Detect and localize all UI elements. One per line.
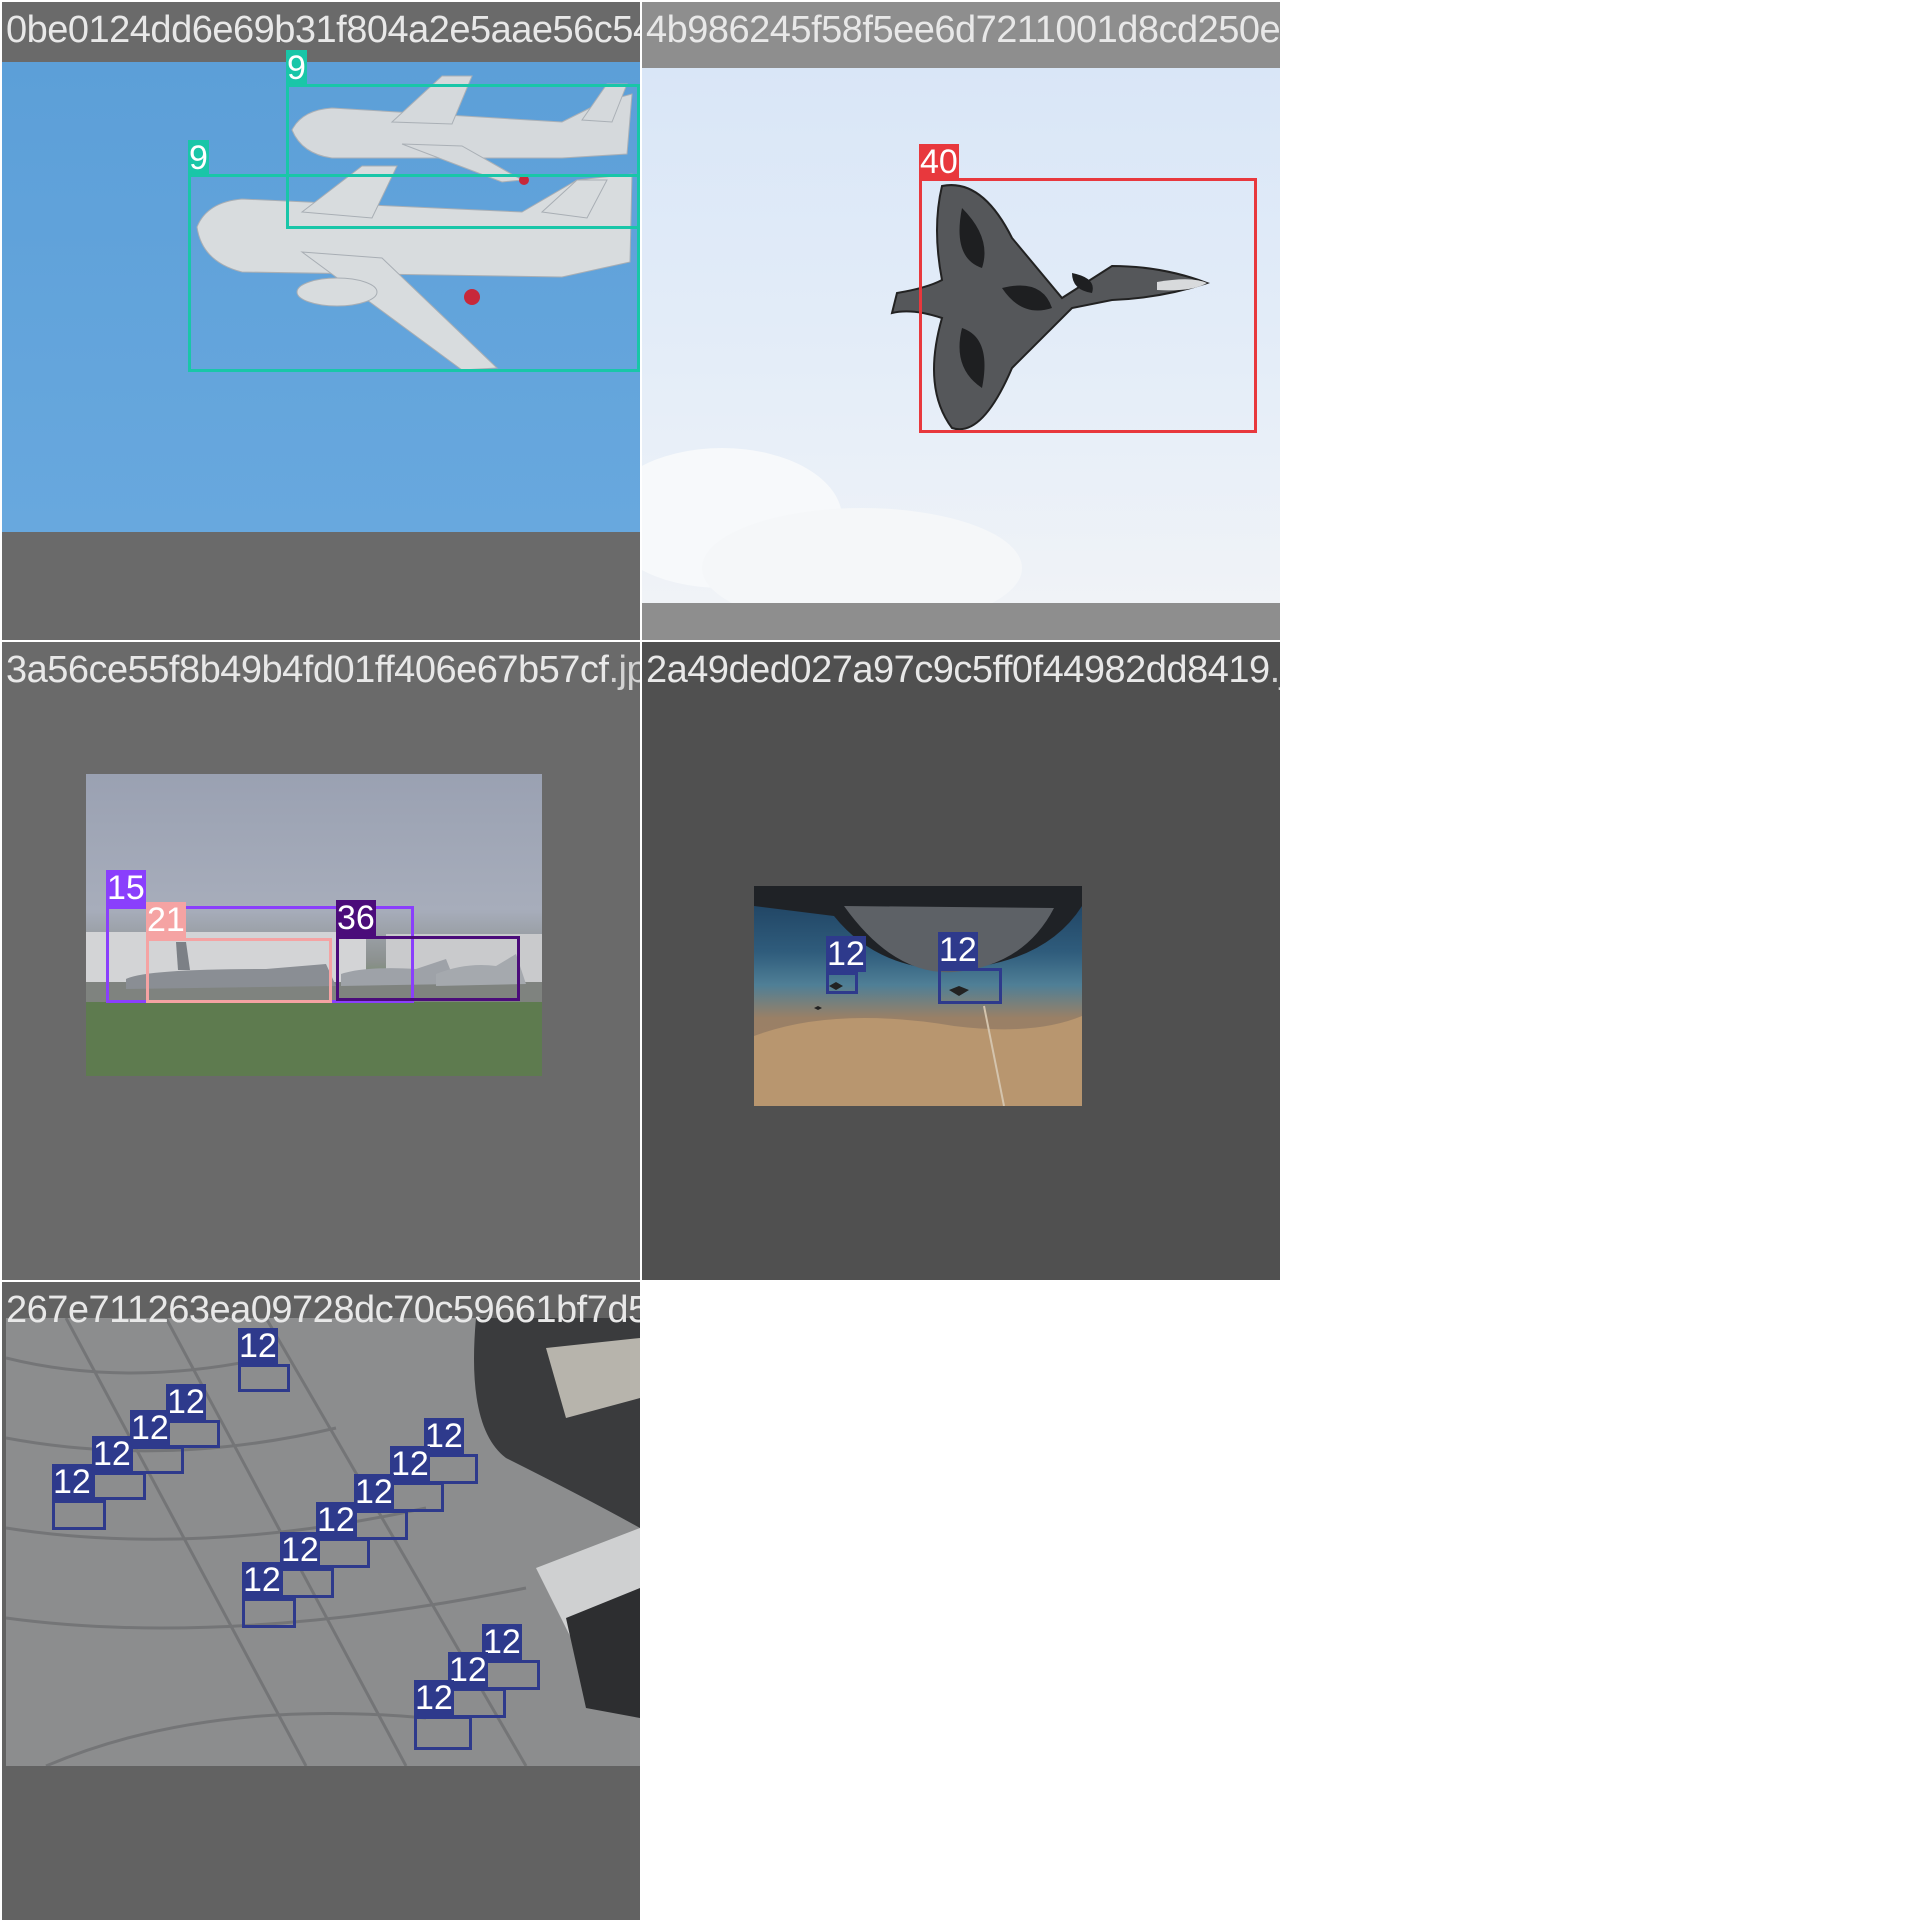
detection-label: 12 (52, 1463, 92, 1501)
detection-label: 12 (354, 1473, 394, 1511)
detection-label: 15 (106, 869, 146, 907)
detection-label: 12 (280, 1531, 320, 1569)
detection-box (166, 1420, 220, 1448)
detection-box (424, 1454, 478, 1484)
detection-box (146, 938, 332, 1003)
detection-label: 12 (414, 1679, 454, 1717)
detection-label: 12 (448, 1651, 488, 1689)
detection-box (52, 1500, 106, 1530)
aerial-refueling-image (754, 886, 1082, 1106)
detection-label: 36 (336, 899, 376, 937)
detection-label: 12 (424, 1417, 464, 1455)
image-filename: 2a49ded027a97c9c5ff0f44982dd8419.jpg (646, 649, 1280, 691)
detection-box (448, 1688, 506, 1718)
mosaic-tile-2: 4b986245f58f5ee6d7211001d8cd250e.jpg 40 (642, 2, 1280, 640)
tile-photo (754, 886, 1082, 1106)
detection-box (92, 1472, 146, 1500)
detection-label: 12 (92, 1435, 132, 1473)
detection-box (238, 1364, 290, 1392)
detection-label: 12 (482, 1623, 522, 1661)
detection-label: 40 (919, 143, 959, 181)
detection-box (482, 1660, 540, 1690)
detection-label: 12 (390, 1445, 430, 1483)
mosaic-tile-4: 2a49ded027a97c9c5ff0f44982dd8419.jpg 12 … (642, 642, 1280, 1280)
image-filename: 3a56ce55f8b49b4fd01ff406e67b57cf.jpg (6, 649, 640, 691)
mosaic-tile-3: 3a56ce55f8b49b4fd01ff406e67b57cf.jpg 15 … (2, 642, 640, 1280)
detection-label: 12 (166, 1383, 206, 1421)
detection-box (414, 1716, 472, 1750)
mosaic-tile-1: 0be0124dd6e69b31f804a2e5aae56c54.jpg 9 9 (2, 2, 640, 640)
image-filename: 4b986245f58f5ee6d7211001d8cd250e.jpg (646, 9, 1280, 51)
image-filename: 267e711263ea09728dc70c59661bf7d5.jpg (6, 1289, 640, 1331)
detection-label: 12 (316, 1501, 356, 1539)
detection-box (188, 174, 640, 372)
image-filename: 0be0124dd6e69b31f804a2e5aae56c54.jpg (6, 9, 640, 51)
detection-label: 21 (146, 901, 186, 939)
detection-box (938, 968, 1002, 1004)
detection-box (280, 1568, 334, 1598)
detection-box (390, 1482, 444, 1512)
detection-label: 9 (286, 49, 307, 87)
detection-box (919, 178, 1257, 433)
detection-label: 9 (188, 139, 209, 177)
detection-box (242, 1598, 296, 1628)
detection-label: 12 (938, 931, 978, 969)
detection-label: 12 (130, 1409, 170, 1447)
detection-label: 12 (826, 935, 866, 973)
detection-box (316, 1538, 370, 1568)
detection-box (826, 972, 858, 994)
detection-box (130, 1446, 184, 1474)
detection-label: 12 (242, 1561, 282, 1599)
mosaic-tile-5: 267e711263ea09728dc70c59661bf7d5.jpg 12 … (2, 1282, 640, 1920)
detection-box (354, 1510, 408, 1540)
detection-box (336, 936, 520, 1001)
